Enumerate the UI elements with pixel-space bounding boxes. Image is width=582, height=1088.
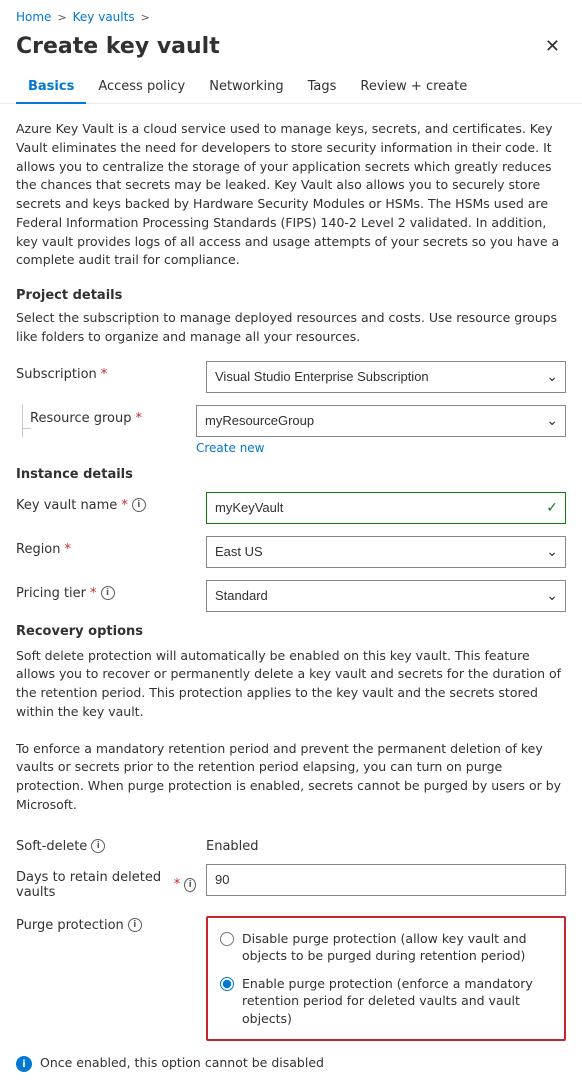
soft-delete-value: Enabled <box>206 833 259 854</box>
key-vault-name-label: Key vault name * i <box>16 492 196 513</box>
key-vault-name-row: Key vault name * i ✓ <box>16 492 566 524</box>
subscription-required: * <box>101 367 108 382</box>
soft-delete-label: Soft-delete i <box>16 833 196 854</box>
pricing-tier-label: Pricing tier * i <box>16 580 196 601</box>
resource-group-select[interactable]: myResourceGroup <box>196 405 566 437</box>
subscription-control: Visual Studio Enterprise Subscription <box>206 361 566 393</box>
instance-details-section: Instance details Key vault name * i ✓ Re… <box>16 467 566 612</box>
resource-group-control: myResourceGroup Create new <box>196 405 566 455</box>
subscription-select-wrapper: Visual Studio Enterprise Subscription <box>206 361 566 393</box>
soft-delete-info-icon[interactable]: i <box>91 839 105 853</box>
tab-access-policy[interactable]: Access policy <box>86 71 197 104</box>
breadcrumb-sep2: > <box>141 11 150 24</box>
key-vault-name-control: ✓ <box>206 492 566 524</box>
pricing-tier-control: Standard <box>206 580 566 612</box>
purge-protection-info-icon[interactable]: i <box>128 918 142 932</box>
purge-disable-radio[interactable] <box>220 932 234 946</box>
purge-protection-label: Purge protection i <box>16 912 196 933</box>
tab-review-create[interactable]: Review + create <box>348 71 479 104</box>
breadcrumb: Home > Key vaults > <box>0 0 582 30</box>
subscription-label: Subscription * <box>16 361 196 382</box>
pricing-tier-select-wrapper: Standard <box>206 580 566 612</box>
resource-group-select-wrapper: myResourceGroup <box>196 405 566 437</box>
purge-option-disable[interactable]: Disable purge protection (allow key vaul… <box>220 930 552 965</box>
notice-text: Once enabled, this option cannot be disa… <box>40 1055 324 1070</box>
days-retain-control <box>206 864 566 896</box>
project-details-title: Project details <box>16 288 566 303</box>
subscription-select[interactable]: Visual Studio Enterprise Subscription <box>206 361 566 393</box>
soft-delete-row: Soft-delete i Enabled <box>16 833 566 854</box>
create-new-resource-group[interactable]: Create new <box>196 441 566 455</box>
pricing-tier-select[interactable]: Standard <box>206 580 566 612</box>
purge-protection-box: Disable purge protection (allow key vaul… <box>206 916 566 1042</box>
region-select[interactable]: East US <box>206 536 566 568</box>
pricing-tier-row: Pricing tier * i Standard <box>16 580 566 612</box>
region-control: East US <box>206 536 566 568</box>
key-vault-name-valid-icon: ✓ <box>546 500 558 516</box>
tab-networking[interactable]: Networking <box>197 71 295 104</box>
notice-info-icon: i <box>16 1056 32 1072</box>
resource-group-label: Resource group * <box>30 405 210 426</box>
tab-basics[interactable]: Basics <box>16 71 86 104</box>
region-label: Region * <box>16 536 196 557</box>
notice-bar: i Once enabled, this option cannot be di… <box>16 1055 566 1072</box>
purge-protection-outer: Purge protection i Disable purge protect… <box>16 912 566 1042</box>
page-header: Create key vault ✕ <box>0 30 582 71</box>
recovery-options-title: Recovery options <box>16 624 566 639</box>
instance-details-title: Instance details <box>16 467 566 482</box>
intro-description: Azure Key Vault is a cloud service used … <box>16 120 566 270</box>
close-button[interactable]: ✕ <box>539 34 566 59</box>
days-retain-info-icon[interactable]: i <box>184 878 196 892</box>
purge-option-enable[interactable]: Enable purge protection (enforce a manda… <box>220 975 552 1028</box>
recovery-desc2: To enforce a mandatory retention period … <box>16 740 566 815</box>
page-title: Create key vault <box>16 34 220 59</box>
key-vault-name-info-icon[interactable]: i <box>132 498 146 512</box>
days-retain-label: Days to retain deleted vaults * i <box>16 864 196 900</box>
tab-tags[interactable]: Tags <box>296 71 349 104</box>
breadcrumb-sep1: > <box>57 11 66 24</box>
days-retain-row: Days to retain deleted vaults * i <box>16 864 566 900</box>
breadcrumb-home[interactable]: Home <box>16 10 51 24</box>
tab-bar: Basics Access policy Networking Tags Rev… <box>0 71 582 104</box>
purge-options-container: Disable purge protection (allow key vaul… <box>220 930 552 1028</box>
recovery-options-section: Recovery options Soft delete protection … <box>16 624 566 1073</box>
purge-enable-radio[interactable] <box>220 977 234 991</box>
pricing-tier-info-icon[interactable]: i <box>101 586 115 600</box>
key-vault-name-input[interactable] <box>206 492 566 524</box>
main-content: Azure Key Vault is a cloud service used … <box>0 104 582 1088</box>
recovery-desc1: Soft delete protection will automaticall… <box>16 647 566 722</box>
days-retain-input[interactable] <box>206 864 566 896</box>
subscription-row: Subscription * Visual Studio Enterprise … <box>16 361 566 393</box>
breadcrumb-keyvaults[interactable]: Key vaults <box>73 10 135 24</box>
project-details-desc: Select the subscription to manage deploy… <box>16 309 566 347</box>
region-row: Region * East US <box>16 536 566 568</box>
region-select-wrapper: East US <box>206 536 566 568</box>
